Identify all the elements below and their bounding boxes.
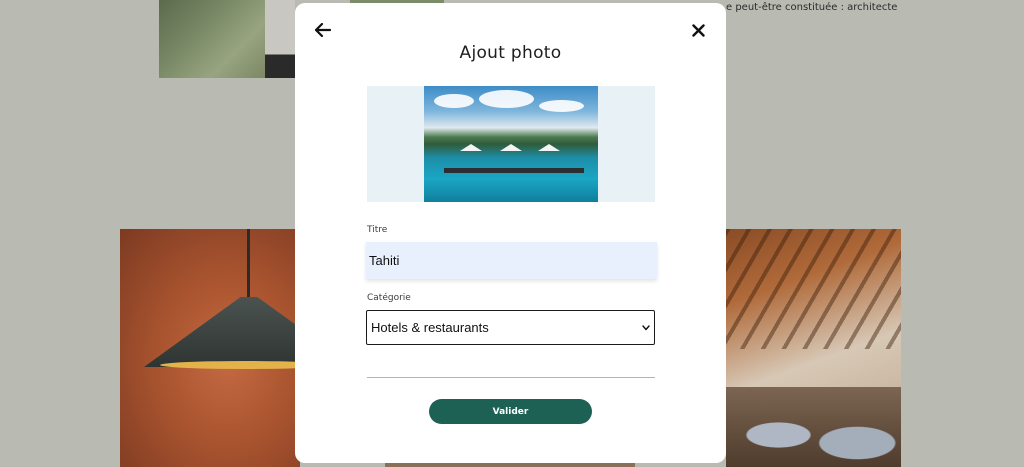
lamp-shade (144, 297, 300, 367)
title-input[interactable] (366, 242, 657, 279)
submit-button[interactable]: Valider (429, 399, 592, 424)
arrow-left-icon (315, 23, 331, 37)
title-label: Titre (367, 225, 388, 235)
modal-title: Ajout photo (459, 43, 562, 63)
photo-cloud (539, 100, 584, 112)
photo-cloud (479, 90, 534, 108)
restaurant-beams (726, 229, 901, 349)
lamp-glow (160, 361, 300, 369)
photo-umbrella (500, 144, 522, 151)
form-divider (367, 377, 655, 378)
chevron-down-icon (642, 324, 650, 330)
gallery-photo-restaurant (726, 229, 901, 467)
category-select[interactable]: Hotels & restaurants (366, 310, 655, 345)
category-selected-value: Hotels & restaurants (371, 320, 489, 335)
lamp-cord (247, 229, 250, 299)
add-photo-modal: Ajout photo Titre Catégorie Hotels & res… (295, 3, 726, 463)
close-button[interactable] (688, 19, 708, 41)
photo-umbrella (460, 144, 482, 151)
photo-deck (444, 168, 584, 173)
back-button[interactable] (313, 19, 333, 41)
photo-cloud (434, 94, 474, 108)
photo-umbrella (538, 144, 560, 151)
category-label: Catégorie (367, 293, 411, 303)
restaurant-chairs (726, 387, 901, 467)
gallery-photo-lamp (120, 229, 300, 467)
photo-preview-image (424, 86, 598, 202)
photo-preview-frame[interactable] (367, 86, 655, 202)
gallery-photo-figure (265, 0, 295, 78)
close-icon (691, 23, 705, 37)
gallery-caption: e peut-être constituée : architecte (726, 2, 898, 13)
gallery-photo (159, 0, 295, 78)
